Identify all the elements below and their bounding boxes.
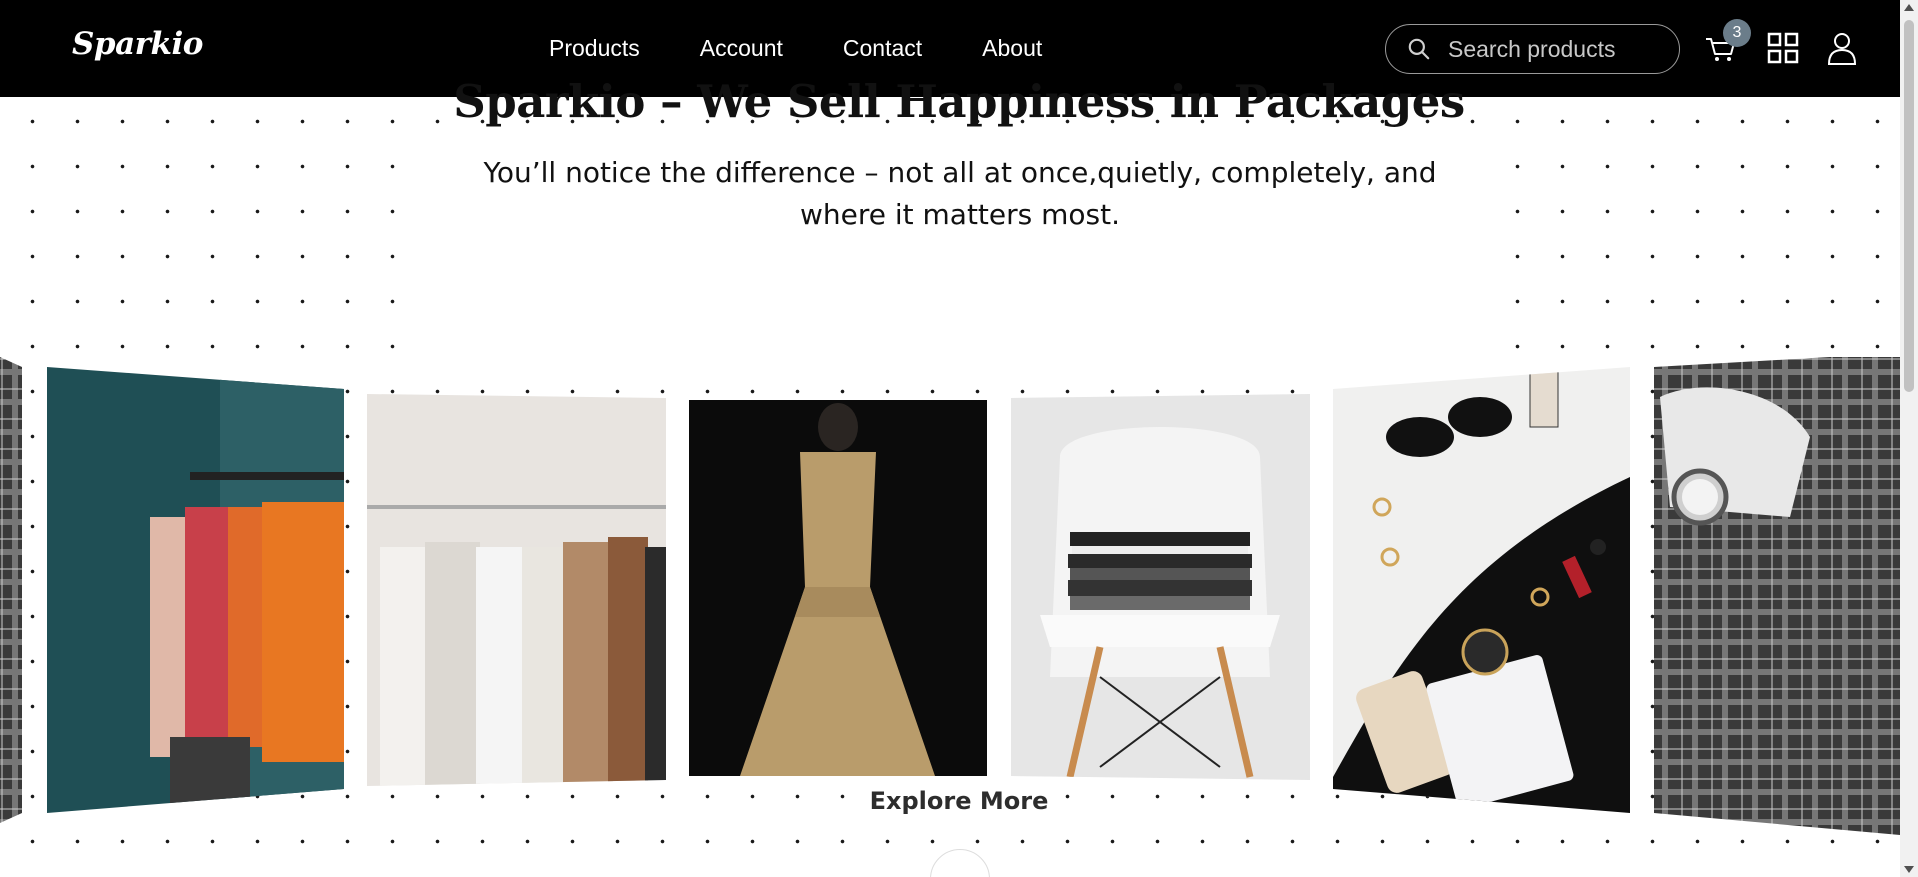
gallery-card-chair-folded-clothes[interactable] [1011, 387, 1311, 787]
search-input[interactable] [1448, 35, 1668, 63]
brand-logo[interactable]: Sparkio [72, 26, 203, 62]
nav-link-contact[interactable]: Contact [843, 35, 922, 62]
explore-more-button[interactable]: Explore More [0, 787, 1918, 815]
nav-link-products[interactable]: Products [549, 35, 640, 62]
page-scrollbar[interactable] [1900, 0, 1918, 877]
scrollbar-thumb[interactable] [1904, 20, 1914, 392]
hero-subtitle: You’ll notice the difference – not all a… [483, 156, 1437, 231]
search-box[interactable] [1385, 24, 1680, 74]
nav-link-account[interactable]: Account [700, 35, 783, 62]
cart-count-badge: 3 [1723, 19, 1751, 47]
user-icon[interactable] [1824, 30, 1860, 66]
scroll-down-arrow-icon[interactable] [1904, 866, 1914, 873]
search-icon [1408, 38, 1430, 60]
grid-icon[interactable] [1765, 30, 1801, 66]
scroll-up-arrow-icon[interactable] [1904, 4, 1914, 11]
hero-title: Sparkio – We Sell Happiness in Packages [453, 75, 1465, 128]
gallery-card-clothes-rack-white[interactable] [367, 387, 667, 797]
gallery-card-gold-dress[interactable] [689, 397, 989, 787]
nav-link-about[interactable]: About [982, 35, 1042, 62]
